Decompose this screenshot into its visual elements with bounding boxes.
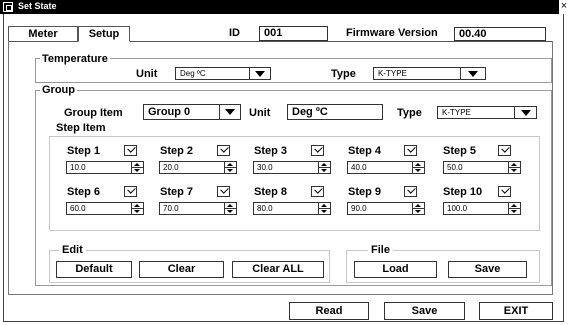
spinner-arrows-icon[interactable] <box>131 162 143 173</box>
spinner-arrows-icon[interactable] <box>508 203 520 214</box>
group-unit-label: Unit <box>249 107 271 119</box>
step-3-checkbox[interactable] <box>311 145 324 156</box>
step-2-input[interactable]: 20.0 <box>159 161 237 174</box>
step-2-label: Step 2 <box>160 145 194 157</box>
id-field[interactable]: 001 <box>259 26 328 41</box>
step-8-value: 80.0 <box>257 204 273 213</box>
step-3-label: Step 3 <box>254 145 288 157</box>
step-8-input[interactable]: 80.0 <box>253 202 331 215</box>
step-6-checkbox[interactable] <box>124 186 137 197</box>
title-bar <box>0 0 569 14</box>
clear-button[interactable]: Clear <box>139 261 224 278</box>
spinner-arrows-icon[interactable] <box>412 162 424 173</box>
firmware-version-field: 00.40 <box>454 27 546 41</box>
step-1-label: Step 1 <box>67 145 101 157</box>
step-10-value: 100.0 <box>447 204 468 213</box>
step-4-label: Step 4 <box>348 145 382 157</box>
step-6-input[interactable]: 60.0 <box>66 202 144 215</box>
step-10-checkbox[interactable] <box>498 186 511 197</box>
chevron-down-icon[interactable] <box>514 107 536 118</box>
step-7-value: 70.0 <box>163 204 179 213</box>
chevron-down-icon[interactable] <box>460 68 485 79</box>
id-label: ID <box>229 27 240 39</box>
close-icon[interactable]: × <box>559 0 569 14</box>
step-4-value: 40.0 <box>351 163 367 172</box>
step-5-label: Step 5 <box>443 145 477 157</box>
step-5-value: 50.0 <box>447 163 463 172</box>
step-9-label: Step 9 <box>348 186 382 198</box>
group-item-label: Group Item <box>64 107 123 119</box>
spinner-arrows-icon[interactable] <box>318 162 330 173</box>
temperature-unit-label: Unit <box>136 68 158 80</box>
temperature-type-label: Type <box>331 68 356 80</box>
edit-heading: Edit <box>59 244 86 256</box>
file-save-button[interactable]: Save <box>448 261 527 278</box>
step-2-checkbox[interactable] <box>217 145 230 156</box>
group-item-select[interactable]: Group 0 <box>143 104 241 120</box>
step-5-checkbox[interactable] <box>498 145 511 156</box>
group-type-value: K-TYPE <box>442 108 471 117</box>
save-button[interactable]: Save <box>384 302 465 320</box>
step-6-value: 60.0 <box>70 204 86 213</box>
spinner-arrows-icon[interactable] <box>412 203 424 214</box>
step-3-value: 30.0 <box>257 163 273 172</box>
step-4-checkbox[interactable] <box>404 145 417 156</box>
window-title: Set State <box>18 1 57 11</box>
step-10-input[interactable]: 100.0 <box>443 202 521 215</box>
step-4-input[interactable]: 40.0 <box>347 161 425 174</box>
step-9-value: 90.0 <box>351 204 367 213</box>
temperature-unit-value: Deg ºC <box>180 69 206 78</box>
step-3-input[interactable]: 30.0 <box>253 161 331 174</box>
step-1-checkbox[interactable] <box>124 145 137 156</box>
spinner-arrows-icon[interactable] <box>318 203 330 214</box>
group-item-value: Group 0 <box>148 106 191 118</box>
spinner-arrows-icon[interactable] <box>508 162 520 173</box>
chevron-down-icon[interactable] <box>219 105 240 119</box>
step-1-value: 10.0 <box>70 163 86 172</box>
default-button[interactable]: Default <box>56 261 132 278</box>
step-1-input[interactable]: 10.0 <box>66 161 144 174</box>
step-7-label: Step 7 <box>160 186 194 198</box>
temperature-type-value: K-TYPE <box>378 69 407 78</box>
group-type-select[interactable]: K-TYPE <box>437 106 537 119</box>
temperature-type-select[interactable]: K-TYPE <box>373 67 486 80</box>
group-type-label: Type <box>397 107 422 119</box>
step-7-checkbox[interactable] <box>217 186 230 197</box>
clear-all-button[interactable]: Clear ALL <box>232 261 324 278</box>
tab-meter[interactable]: Meter <box>8 26 78 42</box>
file-heading: File <box>368 244 393 256</box>
step-8-label: Step 8 <box>254 186 288 198</box>
temperature-heading: Temperature <box>40 53 110 65</box>
group-heading: Group <box>40 84 77 96</box>
load-button[interactable]: Load <box>354 261 437 278</box>
app-icon <box>3 2 13 12</box>
step-6-label: Step 6 <box>67 186 101 198</box>
step-5-input[interactable]: 50.0 <box>443 161 521 174</box>
chevron-down-icon[interactable] <box>249 68 270 79</box>
step-9-checkbox[interactable] <box>404 186 417 197</box>
spinner-arrows-icon[interactable] <box>131 203 143 214</box>
read-button[interactable]: Read <box>289 302 369 320</box>
spinner-arrows-icon[interactable] <box>224 162 236 173</box>
step-2-value: 20.0 <box>163 163 179 172</box>
spinner-arrows-icon[interactable] <box>224 203 236 214</box>
temperature-unit-select[interactable]: Deg ºC <box>175 67 271 80</box>
step-9-input[interactable]: 90.0 <box>347 202 425 215</box>
firmware-version-label: Firmware Version <box>346 27 438 39</box>
step-item-label: Step Item <box>56 122 106 134</box>
step-7-input[interactable]: 70.0 <box>159 202 237 215</box>
group-unit-field[interactable]: Deg ºC <box>287 104 383 120</box>
step-8-checkbox[interactable] <box>311 186 324 197</box>
exit-button[interactable]: EXIT <box>479 302 553 320</box>
tab-setup[interactable]: Setup <box>78 26 130 42</box>
step-10-label: Step 10 <box>443 186 483 198</box>
